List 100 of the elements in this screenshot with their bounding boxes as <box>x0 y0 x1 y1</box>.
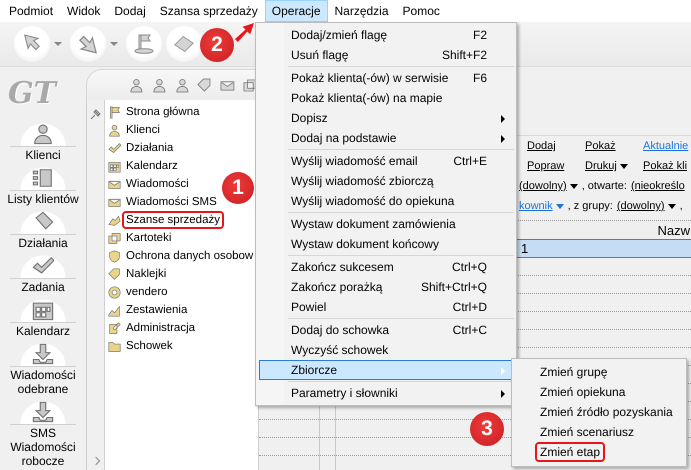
tree-item[interactable]: Wiadomości SMS <box>122 193 221 211</box>
link[interactable]: Popraw <box>527 160 585 172</box>
tree-item[interactable]: Szanse sprzedaży <box>122 211 224 229</box>
menu-item[interactable]: Pokaż klienta(-ów) w serwisie F6 <box>259 68 513 88</box>
toolbar-button[interactable] <box>126 26 162 62</box>
shortcut-text: Shift+F2 <box>442 48 487 62</box>
chart-icon <box>108 304 121 316</box>
menu-item[interactable]: Zmień etap <box>535 442 606 462</box>
download-icon <box>32 343 54 365</box>
sidebar-item[interactable]: Wiadomości odebrane <box>1 340 85 396</box>
tree-item[interactable]: Ochrona danych osobow <box>122 247 258 265</box>
menu-item[interactable]: Zmień źródło pozyskania <box>535 402 678 422</box>
menu-item[interactable]: Dodaj na podstawie <box>259 128 513 148</box>
menu-item[interactable]: Usuń flagę Shift+F2 <box>259 45 513 65</box>
shortcut-text: Ctrl+E <box>453 154 487 168</box>
sidebar-item[interactable]: SMS Wiadomości robocze <box>1 398 85 468</box>
person-icon <box>129 78 144 92</box>
caret-icon <box>570 184 578 188</box>
link[interactable]: Dodaj <box>527 140 585 152</box>
caret-icon <box>556 204 564 208</box>
menu-bar-item[interactable]: Operacje <box>264 0 328 22</box>
tag-icon <box>108 268 121 280</box>
caret-icon <box>620 164 628 168</box>
calendar-icon <box>108 160 121 172</box>
caret-icon[interactable] <box>110 42 118 46</box>
shortcut-text: Ctrl+Q <box>452 260 487 274</box>
menu-bar-item[interactable]: Szansa sprzedaży <box>152 0 265 22</box>
tree-item[interactable]: Wiadomości <box>122 175 193 193</box>
link[interactable]: Aktualnie <box>643 140 688 152</box>
link[interactable]: (nieokreślo <box>630 180 685 192</box>
menu-item[interactable]: Zbiorcze <box>259 360 513 380</box>
menu-item[interactable]: Wystaw dokument zamówienia <box>259 214 513 234</box>
tree-item[interactable]: Strona główna <box>122 103 204 121</box>
tree-item[interactable]: Administracja <box>122 319 200 337</box>
menu-item[interactable]: Zmień opiekuna <box>535 382 630 402</box>
person-icon <box>108 124 121 136</box>
label: , otwarte: <box>582 180 627 192</box>
column-header: Nazw <box>657 222 690 238</box>
menu-item[interactable]: Zmień grupę <box>535 362 612 382</box>
flag-icon <box>134 34 154 54</box>
menu-bar-item[interactable]: Dodaj <box>107 0 153 22</box>
menu-item[interactable]: Wyślij wiadomość do opiekuna <box>259 191 513 211</box>
tree-item[interactable]: Klienci <box>122 121 164 139</box>
tree-item[interactable]: vendero <box>122 283 172 301</box>
shortcut-text: Ctrl+D <box>452 300 487 314</box>
tree-item[interactable]: Zestawienia <box>122 301 192 319</box>
dropdown-link[interactable]: Drukuj <box>585 160 643 172</box>
tree-item[interactable]: Kalendarz <box>122 157 182 175</box>
menu-item[interactable]: Dodaj/zmień flagę F2 <box>259 25 513 45</box>
caret-icon[interactable] <box>54 42 62 46</box>
download-icon <box>32 401 54 423</box>
dropdown-link[interactable]: kownik <box>519 200 564 212</box>
link[interactable]: Pokaż <box>585 140 643 152</box>
dropdown-link[interactable]: (dowolny) <box>519 180 578 192</box>
shortcut-text: F2 <box>472 28 487 42</box>
menu-item[interactable]: Wyślij wiadomość email Ctrl+E <box>259 151 513 171</box>
toolbar-button[interactable] <box>70 26 106 62</box>
menu-item[interactable]: Wyślij wiadomość zbiorczą <box>259 171 513 191</box>
tree-item[interactable]: Działania <box>122 139 178 157</box>
menu-item[interactable]: Dopisz <box>259 108 513 128</box>
table-cell: 1 <box>521 241 528 256</box>
menu-bar-item[interactable]: Podmiot <box>2 0 60 22</box>
menu-item[interactable]: Powiel Ctrl+D <box>259 297 513 317</box>
tree-item[interactable]: Schowek <box>122 337 177 355</box>
cards-icon <box>108 232 121 244</box>
shortcut-text: Ctrl+C <box>452 323 487 337</box>
toolbar-button[interactable] <box>14 26 50 62</box>
shield-icon <box>108 250 121 262</box>
toolbar-button[interactable] <box>166 26 202 62</box>
caret-icon <box>668 204 676 208</box>
tree-item[interactable]: Naklejki <box>122 265 170 283</box>
menu-item[interactable]: Pokaż klienta(-ów) na mapie <box>259 88 513 108</box>
dropdown-link[interactable]: (dowolny) <box>616 200 676 212</box>
menu-item[interactable]: Dodaj do schowka Ctrl+C <box>259 320 513 340</box>
menu-item[interactable]: Wystaw dokument końcowy <box>259 234 513 254</box>
folder-icon <box>108 340 121 352</box>
menu-bar-item[interactable]: Widok <box>60 0 108 22</box>
shortcut-text: F6 <box>472 71 487 85</box>
logo: GT <box>8 75 56 113</box>
person-icon <box>174 78 190 92</box>
shortcut-text: Shift+Ctrl+Q <box>420 280 487 294</box>
menu-item[interactable]: Zakończ porażką Shift+Ctrl+Q <box>259 277 513 297</box>
check-icon <box>108 142 121 154</box>
label: , <box>680 200 683 212</box>
list-icon <box>32 167 54 189</box>
menu-bar-item[interactable]: Pomoc <box>396 0 447 22</box>
link[interactable]: Pokaż kli <box>643 160 688 172</box>
menu-item[interactable]: Zakończ sukcesem Ctrl+Q <box>259 257 513 277</box>
step-number: 3 <box>470 412 504 446</box>
menu-item[interactable]: Parametry i słowniki <box>259 383 513 403</box>
person-icon <box>152 78 167 92</box>
arrow-icon <box>78 34 98 54</box>
menu-item[interactable]: Zmień scenariusz <box>535 422 640 442</box>
label: , z grupy: <box>568 200 613 212</box>
edit-icon <box>108 322 121 334</box>
flag-icon <box>108 106 121 118</box>
tree-item[interactable]: Kartoteki <box>122 229 176 247</box>
pin-icon[interactable] <box>90 108 102 120</box>
menu-bar-item[interactable]: Narzędzia <box>328 0 396 22</box>
menu-item[interactable]: Wyczyść schowek <box>259 340 513 360</box>
